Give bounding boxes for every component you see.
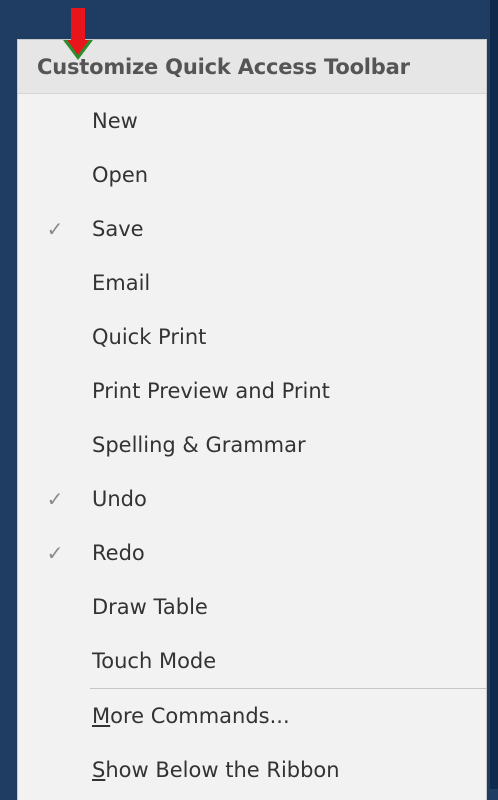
menu-item-spelling-grammar[interactable]: Spelling & Grammar (18, 418, 486, 472)
menu-item-save[interactable]: ✓ Save (18, 202, 486, 256)
menu-item-more-commands[interactable]: More Commands... (18, 689, 486, 743)
menu-item-label: More Commands... (92, 704, 290, 728)
menu-item-label: Quick Print (92, 325, 207, 349)
menu-item-label: Email (92, 271, 151, 295)
menu-item-draw-table[interactable]: Draw Table (18, 580, 486, 634)
label-rest: how Below the Ribbon (105, 758, 340, 782)
menu-item-email[interactable]: Email (18, 256, 486, 310)
menu-item-redo[interactable]: ✓ Redo (18, 526, 486, 580)
app-background: { "menu": { "header": "Customize Quick A… (0, 0, 498, 800)
menu-item-label: Redo (92, 541, 145, 565)
accelerator-key: M (92, 704, 111, 728)
menu-item-label: Open (92, 163, 149, 187)
label-rest: ore Commands... (110, 704, 290, 728)
window-edge (490, 0, 498, 789)
accelerator-key: S (92, 758, 106, 782)
menu-item-undo[interactable]: ✓ Undo (18, 472, 486, 526)
menu-item-touch-mode[interactable]: Touch Mode (18, 634, 486, 688)
menu-item-print-preview[interactable]: Print Preview and Print (18, 364, 486, 418)
red-down-arrow-icon (63, 8, 93, 60)
menu-item-label: Draw Table (92, 595, 208, 619)
checkmark-icon: ✓ (46, 541, 64, 565)
menu-item-label: Touch Mode (92, 649, 217, 673)
checkmark-icon: ✓ (46, 217, 64, 241)
menu-item-label: Show Below the Ribbon (92, 758, 340, 782)
menu-item-label: Print Preview and Print (92, 379, 330, 403)
menu-item-quick-print[interactable]: Quick Print (18, 310, 486, 364)
menu-item-label: Spelling & Grammar (92, 433, 306, 457)
menu-item-open[interactable]: Open (18, 148, 486, 202)
customize-quick-access-toolbar-menu: Customize Quick Access Toolbar New Open … (18, 40, 486, 800)
menu-item-label: New (92, 109, 138, 133)
checkmark-icon: ✓ (46, 487, 64, 511)
menu-item-label: Undo (92, 487, 147, 511)
menu-item-label: Save (92, 217, 144, 241)
menu-item-new[interactable]: New (18, 94, 486, 148)
